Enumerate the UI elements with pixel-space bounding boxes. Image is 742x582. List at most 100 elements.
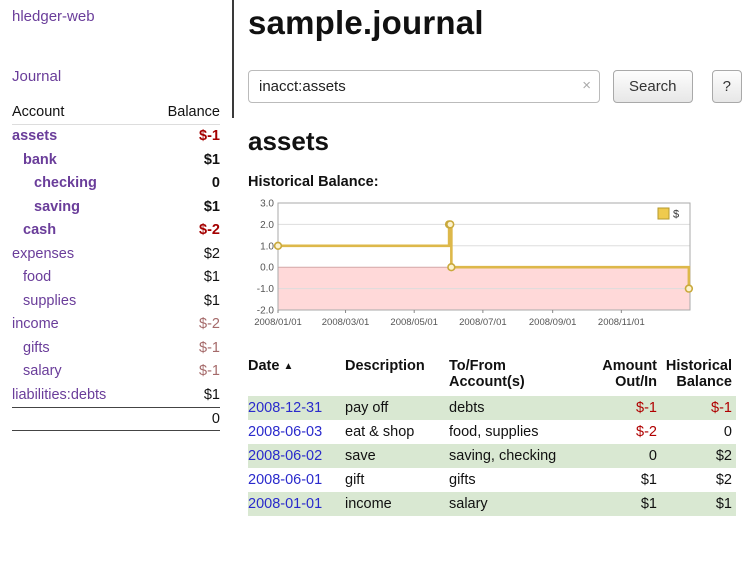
table-row: 2008-06-03 eat & shopfood, supplies$-20: [248, 420, 736, 444]
sidebar-account-link[interactable]: gifts: [12, 337, 50, 361]
svg-text:2008/01/01: 2008/01/01: [254, 317, 302, 328]
table-cell: $1: [581, 468, 661, 492]
sidebar-account-balance: 0: [212, 172, 220, 196]
sidebar-account-row: cash $-2: [12, 219, 220, 243]
section-title: assets: [248, 126, 742, 157]
header-date[interactable]: Date ▲: [248, 356, 345, 396]
table-cell: salary: [449, 492, 581, 516]
table-cell: income: [345, 492, 449, 516]
table-cell: $-1: [581, 396, 661, 420]
transaction-date-link[interactable]: 2008-01-01: [248, 496, 322, 512]
table-cell: food, supplies: [449, 420, 581, 444]
svg-text:$: $: [673, 209, 679, 221]
header-amount: Amount Out/In: [581, 356, 661, 396]
sidebar-account-link[interactable]: expenses: [12, 243, 74, 267]
transaction-date-link[interactable]: 2008-06-02: [248, 448, 322, 464]
header-balance: Historical Balance: [661, 356, 736, 396]
svg-text:2008/11/01: 2008/11/01: [598, 317, 645, 328]
sidebar-account-row: food $1: [12, 266, 220, 290]
sort-asc-icon: ▲: [283, 361, 293, 372]
table-row: 2008-06-01 giftgifts$1$2: [248, 468, 736, 492]
table-cell: 0: [661, 420, 736, 444]
svg-text:3.0: 3.0: [260, 199, 274, 210]
sidebar-account-row: gifts$-1: [12, 337, 220, 361]
sidebar-account-link[interactable]: saving: [12, 196, 80, 220]
sidebar-account-row: assets $-1: [12, 125, 220, 149]
sidebar-account-balance: $1: [204, 196, 220, 220]
transaction-date-link[interactable]: 2008-12-31: [248, 400, 322, 416]
accounts-header-account: Account: [12, 104, 64, 120]
sidebar: hledger-web Journal Account Balance asse…: [0, 0, 233, 431]
table-cell: gifts: [449, 468, 581, 492]
search-input[interactable]: [248, 70, 600, 103]
table-row: 2008-01-01incomesalary$1$1: [248, 492, 736, 516]
table-cell: $1: [581, 492, 661, 516]
transaction-date-link[interactable]: 2008-06-03: [248, 424, 322, 440]
sidebar-divider: [232, 0, 234, 118]
table-row: 2008-12-31pay offdebts$-1$-1: [248, 396, 736, 420]
table-cell: $2: [661, 444, 736, 468]
sidebar-item-journal[interactable]: Journal: [12, 68, 61, 85]
table-cell: $-2: [581, 420, 661, 444]
sidebar-account-balance: $1: [204, 384, 220, 408]
svg-text:2.0: 2.0: [260, 220, 274, 231]
sidebar-account-row: checking 0: [12, 172, 220, 196]
table-cell: gift: [345, 468, 449, 492]
register-table: Date ▲ Description To/From Account(s) Am…: [248, 356, 736, 516]
svg-text:-1.0: -1.0: [257, 284, 275, 295]
main-content: sample.journal × Search ? assets Histori…: [248, 0, 742, 516]
svg-text:1.0: 1.0: [260, 241, 274, 252]
sidebar-account-link[interactable]: liabilities:debts: [12, 384, 106, 408]
sidebar-account-balance: $1: [204, 149, 220, 173]
sidebar-account-link[interactable]: food: [12, 266, 51, 290]
sidebar-account-link[interactable]: assets: [12, 125, 57, 149]
sidebar-account-balance: $1: [204, 290, 220, 314]
help-button[interactable]: ?: [712, 70, 742, 103]
search-row: × Search ?: [248, 70, 742, 103]
header-accounts: To/From Account(s): [449, 356, 581, 396]
sidebar-account-row: expenses $2: [12, 243, 220, 267]
sidebar-account-link[interactable]: checking: [12, 172, 97, 196]
table-cell: $2: [661, 468, 736, 492]
svg-text:2008/07/01: 2008/07/01: [459, 317, 507, 328]
svg-text:0.0: 0.0: [260, 263, 274, 274]
sidebar-account-row: saving $1: [12, 196, 220, 220]
sidebar-account-link[interactable]: supplies: [12, 290, 76, 314]
table-cell: $1: [661, 492, 736, 516]
table-cell: debts: [449, 396, 581, 420]
accounts-header-balance: Balance: [168, 104, 220, 120]
search-button[interactable]: Search: [613, 70, 693, 103]
accounts-panel: Account Balance assets $-1 bank $1 checking 0…: [12, 104, 220, 431]
sidebar-account-row: bank $1: [12, 149, 220, 173]
sidebar-account-row: salary$-1: [12, 360, 220, 384]
sidebar-account-link[interactable]: bank: [12, 149, 57, 173]
svg-text:2008/03/01: 2008/03/01: [322, 317, 370, 328]
sidebar-account-balance: $-1: [199, 125, 220, 149]
table-cell: 0: [581, 444, 661, 468]
sidebar-account-balance: $1: [204, 266, 220, 290]
table-cell: eat & shop: [345, 420, 449, 444]
table-cell: $-1: [661, 396, 736, 420]
table-row: 2008-06-02 savesaving, checking0$2: [248, 444, 736, 468]
sidebar-account-balance: $2: [204, 243, 220, 267]
accounts-total-value: 0: [212, 411, 220, 427]
sidebar-account-row: liabilities:debts $1: [12, 384, 220, 408]
accounts-list: assets$-1bank$1checking0saving$1cash$-2e…: [12, 125, 220, 407]
header-description: Description: [345, 356, 449, 396]
sidebar-account-balance: $-2: [199, 219, 220, 243]
sidebar-account-row: income $-2: [12, 313, 220, 337]
svg-text:-2.0: -2.0: [257, 306, 275, 317]
sidebar-account-link[interactable]: cash: [12, 219, 56, 243]
sidebar-account-link[interactable]: salary: [12, 360, 62, 384]
clear-search-icon[interactable]: ×: [582, 77, 591, 94]
sidebar-account-link[interactable]: income: [12, 313, 59, 337]
sidebar-account-row: supplies $1: [12, 290, 220, 314]
svg-text:2008/09/01: 2008/09/01: [529, 317, 577, 328]
table-cell: save: [345, 444, 449, 468]
page-title: sample.journal: [248, 4, 742, 42]
table-cell: saving, checking: [449, 444, 581, 468]
app-title-link[interactable]: hledger-web: [12, 8, 95, 25]
transaction-date-link[interactable]: 2008-06-01: [248, 472, 322, 488]
svg-text:2008/05/01: 2008/05/01: [390, 317, 438, 328]
sidebar-account-balance: $-2: [199, 313, 220, 337]
